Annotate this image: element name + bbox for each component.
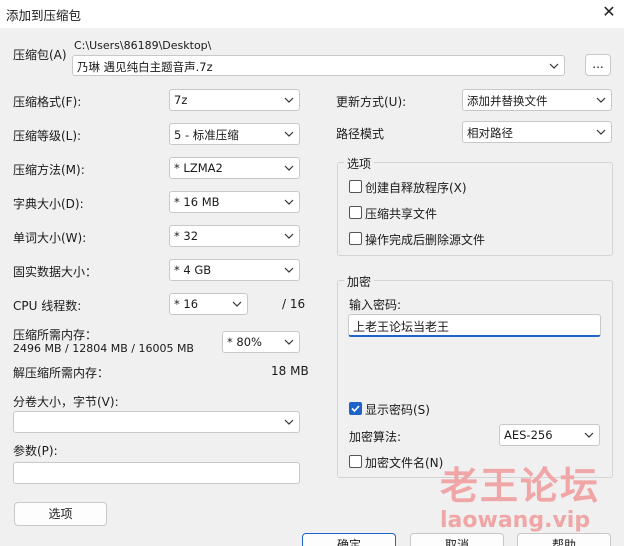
- chevron-down-icon: [594, 125, 608, 139]
- shared-label: 压缩共享文件: [365, 207, 438, 221]
- update-value: 添加并替换文件: [467, 94, 548, 108]
- browse-button[interactable]: ...: [585, 54, 611, 76]
- dict-select[interactable]: * 16 MB: [169, 191, 300, 213]
- watermark-logo: 老王论坛: [440, 464, 601, 508]
- chevron-down-icon: [594, 93, 608, 107]
- chevron-down-icon: [282, 161, 296, 175]
- format-label: 压缩格式(F):: [13, 95, 82, 109]
- mem-percent-value: * 80%: [227, 335, 262, 349]
- password-input[interactable]: 上老王论坛当老王: [348, 314, 601, 337]
- format-select[interactable]: 7z: [169, 89, 300, 111]
- help-button[interactable]: 帮助: [517, 533, 611, 546]
- mem-compress-detail: 2496 MB / 12804 MB / 16005 MB: [13, 342, 194, 355]
- encrypt-names-label: 加密文件名(N): [365, 456, 444, 470]
- chevron-down-icon: [582, 428, 596, 442]
- checkmark-icon: [351, 405, 360, 413]
- password-value: 上老王论坛当老王: [353, 320, 450, 334]
- level-select[interactable]: 5 - 标准压缩: [169, 123, 300, 145]
- show-password-checkbox[interactable]: [349, 402, 362, 415]
- archive-label: 压缩包(A): [13, 48, 67, 62]
- sfx-label: 创建自释放程序(X): [365, 181, 467, 195]
- mem-decompress-value: 18 MB: [271, 364, 309, 378]
- encrypt-names-checkbox[interactable]: [349, 455, 362, 468]
- chevron-down-icon: [282, 229, 296, 243]
- chevron-down-icon: [230, 297, 244, 311]
- word-select[interactable]: * 32: [169, 225, 300, 247]
- split-select[interactable]: [13, 411, 300, 433]
- method-label: 压缩方法(M):: [13, 163, 85, 177]
- threads-label: CPU 线程数:: [13, 299, 82, 313]
- window-title: 添加到压缩包: [6, 8, 82, 23]
- delete-checkbox[interactable]: [349, 232, 362, 245]
- mem-percent-select[interactable]: * 80%: [222, 331, 300, 353]
- params-input[interactable]: [13, 462, 300, 484]
- word-label: 单词大小(W):: [13, 231, 87, 245]
- threads-select[interactable]: * 16: [169, 293, 248, 315]
- shared-checkbox[interactable]: [349, 206, 362, 219]
- chevron-down-icon: [282, 127, 296, 141]
- dict-value: * 16 MB: [174, 195, 220, 209]
- chevron-down-icon: [282, 195, 296, 209]
- watermark-url: laowang.vip: [440, 508, 591, 533]
- solid-label: 固实数据大小：: [13, 265, 98, 279]
- method-value: * LZMA2: [174, 161, 223, 175]
- mem-decompress-label: 解压缩所需内存：: [13, 366, 110, 380]
- word-value: * 32: [174, 229, 199, 243]
- path-mode-label: 路径模式: [336, 127, 385, 141]
- archive-name-combo[interactable]: 乃琳 遇见纯白主题音声.7z: [72, 55, 565, 76]
- encryption-group-title: 加密: [344, 273, 375, 290]
- encryption-method-label: 加密算法:: [349, 430, 402, 444]
- solid-select[interactable]: * 4 GB: [169, 259, 300, 281]
- dict-label: 字典大小(D):: [13, 197, 84, 211]
- format-value: 7z: [174, 93, 188, 107]
- sfx-checkbox[interactable]: [349, 180, 362, 193]
- chevron-down-icon: [282, 415, 296, 429]
- password-label: 输入密码:: [349, 298, 402, 312]
- ok-button[interactable]: 确定: [302, 533, 396, 546]
- level-value: 5 - 标准压缩: [174, 128, 239, 142]
- cancel-button[interactable]: 取消: [410, 533, 504, 546]
- params-label: 参数(P):: [13, 444, 58, 458]
- level-label: 压缩等级(L):: [13, 129, 82, 143]
- encryption-method-value: AES-256: [504, 428, 553, 442]
- chevron-down-icon: [282, 263, 296, 277]
- options-group-title: 选项: [344, 155, 375, 172]
- show-password-label: 显示密码(S): [365, 403, 430, 417]
- close-icon[interactable]: ✕: [600, 3, 618, 21]
- path-mode-value: 相对路径: [467, 126, 513, 140]
- threads-max: / 16: [282, 297, 306, 311]
- chevron-down-icon: [282, 93, 296, 107]
- delete-label: 操作完成后删除源文件: [365, 233, 486, 247]
- title-bar: [0, 0, 624, 28]
- update-label: 更新方式(U):: [336, 95, 407, 109]
- archive-name-value: 乃琳 遇见纯白主题音声.7z: [77, 60, 213, 74]
- chevron-down-icon: [282, 335, 296, 349]
- split-label: 分卷大小，字节(V):: [13, 395, 119, 409]
- solid-value: * 4 GB: [174, 263, 212, 277]
- path-mode-select[interactable]: 相对路径: [462, 121, 612, 143]
- encryption-method-select[interactable]: AES-256: [499, 424, 600, 446]
- mem-compress-label: 压缩所需内存：: [13, 328, 98, 342]
- threads-value: * 16: [174, 297, 199, 311]
- chevron-down-icon: [547, 59, 561, 73]
- options-button[interactable]: 选项: [14, 502, 107, 526]
- update-select[interactable]: 添加并替换文件: [462, 89, 612, 111]
- method-select[interactable]: * LZMA2: [169, 157, 300, 179]
- archive-path: C:\Users\86189\Desktop\: [74, 39, 212, 52]
